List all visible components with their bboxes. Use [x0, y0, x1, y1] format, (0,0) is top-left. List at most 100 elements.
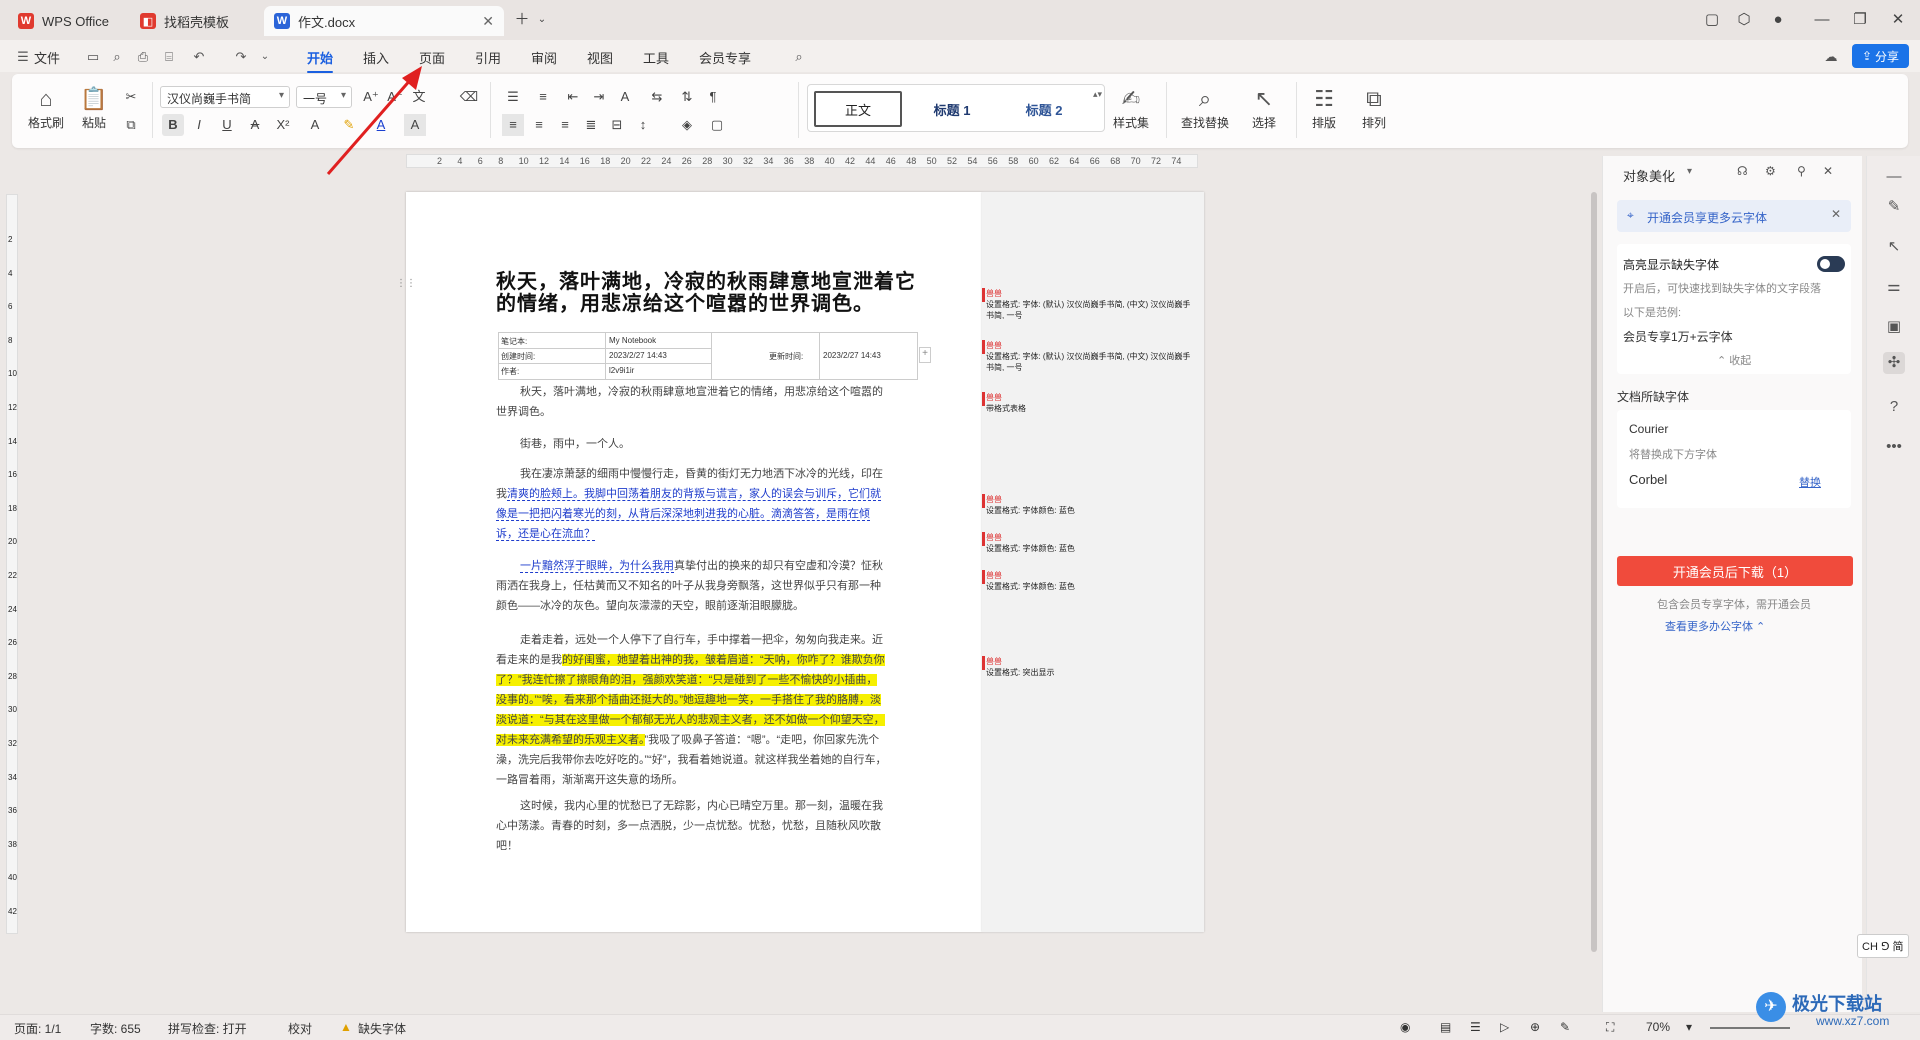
chevron-down-icon[interactable]: ▾: [1686, 1020, 1692, 1034]
superscript-icon[interactable]: X²: [272, 114, 294, 136]
open-icon[interactable]: ⌕: [108, 48, 126, 66]
more-fonts-link[interactable]: 查看更多办公字体 ⌃: [1665, 618, 1765, 634]
ime-indicator[interactable]: CH ⅁ 简: [1857, 934, 1909, 958]
menu-view[interactable]: 视图: [587, 48, 613, 67]
select-button[interactable]: ↖ 选择: [1242, 84, 1286, 131]
menu-tools[interactable]: 工具: [643, 48, 669, 67]
chevron-down-icon[interactable]: ▾: [1687, 166, 1692, 177]
chevron-down-icon[interactable]: ⌄: [256, 48, 274, 66]
new-tab-icon[interactable]: ＋: [512, 10, 532, 30]
cube-icon[interactable]: ⬡: [1734, 10, 1754, 30]
gallery-scroll-icon[interactable]: ▴▾: [1093, 89, 1102, 100]
pen-icon[interactable]: ✎: [1883, 196, 1905, 218]
style-heading-1[interactable]: 标题 1: [908, 91, 996, 127]
revision-balloon[interactable]: 兽兽 带格式表格: [986, 392, 1198, 414]
paste-button[interactable]: 📋 粘贴: [74, 84, 114, 131]
align-left-icon[interactable]: ≡: [502, 114, 524, 136]
settings-sliders-icon[interactable]: ⚌: [1883, 276, 1905, 298]
restore-icon[interactable]: ❐: [1850, 10, 1870, 30]
format-brush-button[interactable]: ⌂ 格式刷: [26, 84, 66, 131]
save-icon[interactable]: ▭: [84, 48, 102, 66]
search-icon[interactable]: ⌕: [790, 48, 808, 66]
sort-icon[interactable]: ⇅: [676, 86, 698, 108]
document-title[interactable]: 秋天，落叶满地，冷寂的秋雨肆意地宣泄着它的情绪，用悲凉给这个喧嚣的世界调色。: [496, 270, 916, 314]
paragraph[interactable]: 一片黯然浮于眼眸，为什么我用真挚付出的换来的却只有空虚和冷漠？怔秋雨洒在我身上，…: [496, 556, 888, 616]
menu-member[interactable]: 会员专享: [699, 48, 751, 67]
close-tab-icon[interactable]: ✕: [482, 13, 494, 30]
close-icon[interactable]: ✕: [1823, 164, 1833, 178]
page-view-icon[interactable]: ▤: [1440, 1020, 1451, 1034]
font-name-select[interactable]: 汉仪尚巍手书简 ▾: [160, 86, 290, 108]
align-center-icon[interactable]: ≡: [528, 114, 550, 136]
revision-balloon[interactable]: 兽兽 设置格式: 字体颜色: 蓝色: [986, 494, 1198, 516]
numbered-list-icon[interactable]: ≡: [532, 86, 554, 108]
zoom-level[interactable]: 70%: [1646, 1020, 1670, 1034]
help-icon[interactable]: ?: [1883, 396, 1905, 418]
page-indicator[interactable]: 页面: 1/1: [14, 1020, 61, 1037]
redo-icon[interactable]: ↷: [232, 48, 250, 66]
beautify-tool-icon[interactable]: ✣: [1883, 352, 1905, 374]
print-preview-icon[interactable]: ⌸: [160, 48, 178, 66]
hamburger-icon[interactable]: ☰: [14, 48, 32, 66]
panel-title[interactable]: 对象美化: [1623, 166, 1675, 185]
cursor-icon[interactable]: ↖: [1883, 236, 1905, 258]
vertical-ruler[interactable]: 2 4 6 8 10 12 14 16 18 20 22 24 26 28 30 32 34 36 38 40 42: [6, 194, 18, 934]
revision-balloon[interactable]: 兽兽 设置格式: 字体: (默认) 汉仪尚巍手书简, (中文) 汉仪尚巍手书简, …: [986, 288, 1198, 321]
pin-icon[interactable]: ⚲: [1797, 164, 1806, 178]
style-heading-2[interactable]: 标题 2: [1000, 91, 1088, 127]
write-icon[interactable]: ✎: [1560, 1020, 1570, 1034]
chinese-layout-icon[interactable]: A: [614, 86, 636, 108]
cloud-sync-icon[interactable]: ☁: [1822, 48, 1840, 66]
spell-check-status[interactable]: 拼写检查: 打开: [168, 1020, 247, 1037]
document-page[interactable]: ⋮⋮ 秋天，落叶满地，冷寂的秋雨肆意地宣泄着它的情绪，用悲凉给这个喧嚣的世界调色…: [396, 192, 982, 932]
arrange-button[interactable]: ⧉ 排列: [1352, 84, 1396, 131]
fit-icon[interactable]: ⛶: [1606, 1020, 1614, 1035]
shading-icon[interactable]: ◈: [676, 114, 698, 136]
line-spacing-icon[interactable]: ↕: [632, 114, 654, 136]
distributed-icon[interactable]: ⊟: [606, 114, 628, 136]
align-right-icon[interactable]: ≡: [554, 114, 576, 136]
highlight-missing-toggle[interactable]: [1817, 256, 1845, 272]
tab-list-chevron-icon[interactable]: ⌄: [532, 10, 552, 30]
revision-balloon[interactable]: 兽兽 设置格式: 字体: (默认) 汉仪尚巍手书简, (中文) 汉仪尚巍手书简, …: [986, 340, 1198, 373]
underline-icon[interactable]: U: [216, 114, 238, 136]
word-count[interactable]: 字数: 655: [90, 1020, 141, 1037]
sort-direction-icon[interactable]: ⇆: [646, 86, 668, 108]
tab-docer[interactable]: ◧ 找稻壳模板: [130, 6, 258, 36]
tab-wps-office[interactable]: W WPS Office: [8, 6, 120, 36]
outline-view-icon[interactable]: ☰: [1470, 1020, 1481, 1034]
eye-icon[interactable]: ◉: [1400, 1020, 1410, 1034]
headset-icon[interactable]: ☊: [1737, 164, 1748, 178]
close-icon[interactable]: ✕: [1831, 207, 1841, 221]
decrease-indent-icon[interactable]: ⇤: [562, 86, 584, 108]
copy-icon[interactable]: ⧉: [120, 114, 142, 136]
border-icon[interactable]: ▢: [706, 114, 728, 136]
close-window-icon[interactable]: ✕: [1888, 10, 1908, 30]
vertical-scrollbar[interactable]: [1588, 156, 1600, 1016]
layout-button[interactable]: ☷ 排版: [1302, 84, 1346, 131]
paragraph[interactable]: 走着走着，远处一个人停下了自行车，手中撑着一把伞，匆匆向我走来。近看走来的是我的…: [496, 630, 888, 790]
share-button[interactable]: ⇪ 分享: [1852, 44, 1909, 68]
drag-handle-icon[interactable]: ⋮⋮: [396, 278, 416, 289]
paragraph[interactable]: 秋天，落叶满地，冷寂的秋雨肆意地宣泄着它的情绪，用悲凉给这个喧嚣的世界调色。: [496, 382, 888, 422]
revision-balloon[interactable]: 兽兽 设置格式: 字体颜色: 蓝色: [986, 570, 1198, 592]
image-edit-icon[interactable]: ▣: [1883, 316, 1905, 338]
menu-review[interactable]: 审阅: [531, 48, 557, 67]
increase-indent-icon[interactable]: ⇥: [588, 86, 610, 108]
gear-icon[interactable]: ⚙: [1765, 164, 1776, 178]
menu-file[interactable]: 文件: [34, 48, 60, 67]
avatar[interactable]: ●: [1768, 10, 1788, 30]
print-icon[interactable]: ⎙: [134, 48, 152, 66]
paragraph[interactable]: 街巷，雨中，一个人。: [496, 434, 888, 454]
revision-balloon[interactable]: 兽兽 设置格式: 字体颜色: 蓝色: [986, 532, 1198, 554]
revision-balloon[interactable]: 兽兽 设置格式: 突出显示: [986, 656, 1198, 678]
cut-icon[interactable]: ✂: [120, 86, 142, 108]
replace-link[interactable]: 替换: [1799, 474, 1821, 490]
menu-references[interactable]: 引用: [475, 48, 501, 67]
show-marks-icon[interactable]: ¶: [702, 86, 724, 108]
scrollbar-thumb[interactable]: [1591, 192, 1597, 952]
window-layout-icon[interactable]: ▢: [1702, 10, 1722, 30]
minimize-icon[interactable]: —: [1812, 10, 1832, 30]
horizontal-ruler[interactable]: 2 4 6 8 10 12 14 16 18 20 22 24 26 28 30 32 34 36 38 40 42 44…: [406, 154, 1198, 168]
style-set-button[interactable]: ✍ 样式集: [1104, 84, 1158, 131]
